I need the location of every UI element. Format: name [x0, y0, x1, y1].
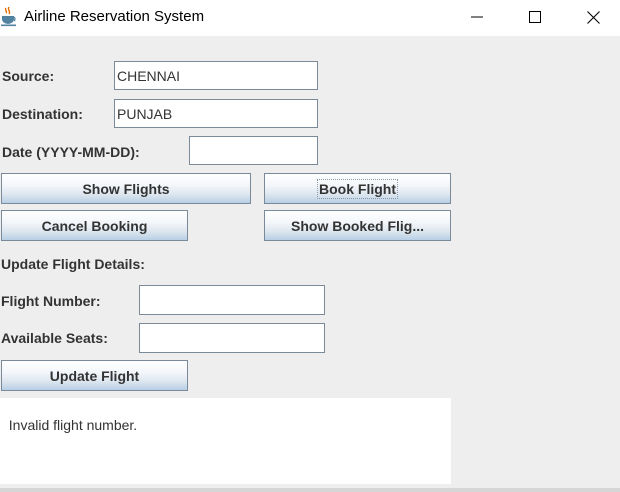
maximize-icon — [529, 11, 541, 23]
flight-number-input[interactable] — [139, 285, 325, 315]
destination-label: Destination: — [2, 106, 83, 122]
update-flight-button[interactable]: Update Flight — [1, 360, 188, 391]
show-flights-button-label: Show Flights — [82, 180, 170, 197]
available-seats-label: Available Seats: — [1, 330, 108, 346]
close-button[interactable] — [564, 0, 620, 34]
available-seats-input[interactable] — [139, 323, 325, 353]
java-cup-icon[interactable] — [0, 6, 18, 27]
cancel-booking-button-label: Cancel Booking — [41, 217, 148, 234]
show-booked-flights-button-label: Show Booked Flig... — [291, 217, 424, 234]
close-icon — [586, 10, 600, 24]
date-label: Date (YYYY-MM-DD): — [2, 144, 140, 160]
output-message: Invalid flight number. — [8, 417, 138, 433]
destination-input[interactable] — [114, 99, 318, 128]
output-text-area[interactable]: Invalid flight number. — [0, 398, 451, 484]
source-input[interactable] — [114, 61, 318, 90]
show-flights-button[interactable]: Show Flights — [1, 173, 251, 204]
title-bar: Airline Reservation System — [0, 0, 620, 36]
window-bottom-edge — [0, 488, 620, 492]
minimize-button[interactable] — [448, 0, 506, 34]
flight-number-label: Flight Number: — [1, 293, 101, 309]
window-title: Airline Reservation System — [24, 8, 205, 25]
book-flight-button[interactable]: Book Flight — [264, 173, 451, 204]
show-booked-flights-button[interactable]: Show Booked Flig... — [264, 210, 451, 241]
maximize-button[interactable] — [506, 0, 564, 34]
source-label: Source: — [2, 68, 55, 84]
update-section-heading: Update Flight Details: — [1, 256, 145, 272]
update-flight-button-label: Update Flight — [49, 367, 140, 384]
date-input[interactable] — [189, 136, 318, 165]
minimize-icon — [471, 16, 483, 18]
book-flight-button-label: Book Flight — [317, 178, 398, 199]
cancel-booking-button[interactable]: Cancel Booking — [1, 210, 188, 241]
